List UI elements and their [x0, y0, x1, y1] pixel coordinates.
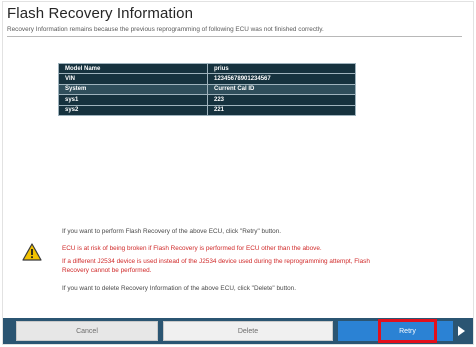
- warning-text-ecu-risk: ECU is at risk of being broken if Flash …: [62, 245, 322, 252]
- delete-hint-text: If you want to delete Recovery Informati…: [62, 285, 297, 292]
- table-cell-value: 221: [207, 104, 356, 116]
- table-row-model-name: Model Name prius: [58, 62, 356, 75]
- table-row-sys1: sys1 223: [58, 94, 356, 106]
- table-header-cal-id: Current Cal ID: [207, 83, 356, 96]
- table-cell-value: 223: [207, 94, 356, 106]
- table-cell-label: sys2: [58, 104, 208, 116]
- table-header-system: System: [58, 83, 208, 96]
- cancel-button[interactable]: Cancel: [16, 321, 158, 341]
- recovery-info-table: Model Name prius VIN 12345678901234567 S…: [58, 62, 356, 116]
- title-divider: [7, 36, 462, 37]
- table-cell-label: VIN: [58, 73, 208, 85]
- table-cell-label: sys1: [58, 94, 208, 106]
- retry-hint-text: If you want to perform Flash Recovery of…: [62, 228, 282, 235]
- warning-text-j2534-line2: Recovery cannot be performed.: [62, 267, 152, 274]
- delete-button[interactable]: Delete: [163, 321, 333, 341]
- table-header-row: System Current Cal ID: [58, 83, 356, 96]
- warning-text-j2534-line1: If a different J2534 device is used inst…: [62, 258, 370, 265]
- page-title: Flash Recovery Information: [7, 5, 194, 22]
- table-cell-value: 12345678901234567: [207, 73, 356, 85]
- table-cell-value: prius: [207, 62, 356, 75]
- page-subtitle: Recovery Information remains because the…: [7, 26, 324, 33]
- retry-button[interactable]: Retry: [378, 319, 437, 343]
- table-row-vin: VIN 12345678901234567: [58, 73, 356, 85]
- next-arrow-icon[interactable]: [458, 326, 465, 336]
- flash-recovery-window: [2, 1, 474, 345]
- table-cell-label: Model Name: [58, 62, 208, 75]
- table-row-sys2: sys2 221: [58, 104, 356, 116]
- warning-triangle-icon: [22, 243, 42, 261]
